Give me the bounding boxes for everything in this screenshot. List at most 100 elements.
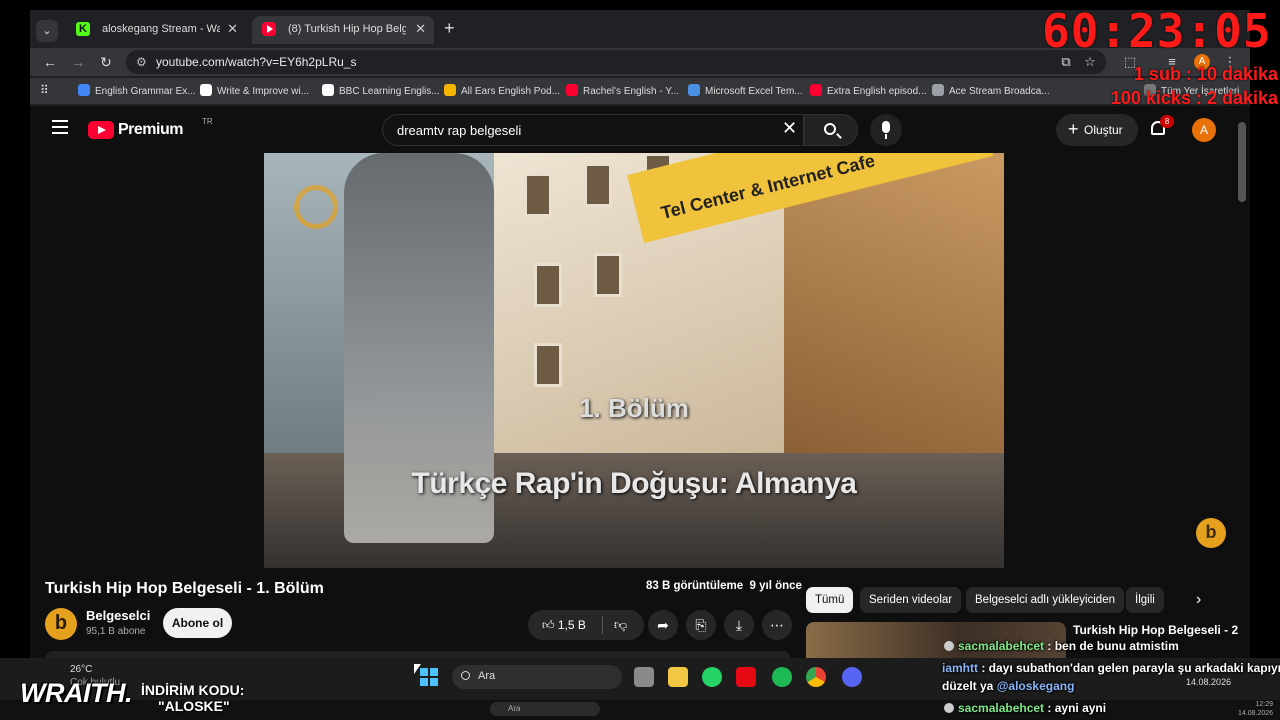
notifications-button[interactable]: 8 <box>1148 115 1174 140</box>
more-actions-icon[interactable]: ⋯ <box>762 610 792 640</box>
screen: ⌄ K aloskegang Stream - Watch Liv ✕ (8) … <box>0 0 1280 720</box>
whatsapp-icon[interactable] <box>702 667 722 687</box>
bookmark-favicon-icon <box>78 84 90 96</box>
back-icon[interactable]: ← <box>40 52 60 72</box>
search-button[interactable] <box>804 114 858 146</box>
taskbar-date[interactable]: 14.08.2026 <box>1186 677 1231 687</box>
bookmarks-bar: ⠿ English Grammar Ex... Write & Improve … <box>30 78 1250 104</box>
page-scrollbar[interactable] <box>1238 122 1246 202</box>
like-button[interactable]: 👍︎ 1,5 B <box>542 618 586 633</box>
account-avatar[interactable]: A <box>1192 118 1216 142</box>
bookmark-item[interactable]: Write & Improve wi... <box>200 84 309 97</box>
upload-age: 9 yıl önce <box>749 580 802 592</box>
tab-close-icon[interactable]: ✕ <box>415 21 426 37</box>
bookmark-item[interactable]: English Grammar Ex... <box>78 84 196 97</box>
share-icon[interactable]: ➦ <box>648 610 678 640</box>
recommended-video-title[interactable]: Turkish Hip Hop Belgeseli - 2 <box>1073 623 1238 637</box>
bookmark-favicon-icon <box>444 84 456 96</box>
subathon-timer: 60:23:05 <box>1042 4 1272 58</box>
windows-start-icon[interactable] <box>420 668 438 686</box>
view-count: 83 B görüntüleme <box>646 580 744 592</box>
forward-icon[interactable]: → <box>68 52 88 72</box>
video-player[interactable]: Tel Center & Internet Cafe 1. Bölüm Türk… <box>264 153 1004 568</box>
bookmark-item[interactable]: Ace Stream Broadca... <box>932 84 1050 97</box>
chat-badge-icon <box>944 703 954 713</box>
channel-branding-icon[interactable]: b <box>1196 518 1226 548</box>
bookmark-item[interactable]: BBC Learning Englis... <box>322 84 440 97</box>
chip-related[interactable]: İlgili <box>1126 587 1164 613</box>
bookmark-item[interactable]: All Ears English Pod... <box>444 84 560 97</box>
subathon-rule-kicks: 100 kicks : 2 dakika <box>1110 88 1278 108</box>
tab-search-dropdown-icon[interactable]: ⌄ <box>36 20 58 42</box>
plus-icon: + <box>1068 119 1079 139</box>
bookmark-favicon-icon <box>932 84 944 96</box>
reload-icon[interactable]: ↻ <box>96 52 116 72</box>
download-icon[interactable]: ⤓ <box>724 610 754 640</box>
chip-uploader[interactable]: Belgeselci adlı yükleyiciden <box>966 587 1124 613</box>
bookmark-item[interactable]: Extra English episod... <box>810 84 927 97</box>
tab-label: aloskegang Stream - Watch Liv <box>102 23 220 35</box>
hamburger-menu-icon[interactable] <box>52 120 68 138</box>
taskbar-search[interactable]: Ara <box>452 665 622 689</box>
video-subtitle-episode: 1. Bölüm <box>579 393 689 423</box>
tab-close-icon[interactable]: ✕ <box>227 21 238 37</box>
spotify-icon[interactable] <box>772 667 792 687</box>
youtube-page: Premium TR dreamtv rap belgeseli ✕ + Oluş… <box>30 106 1250 666</box>
address-bar[interactable]: ⚙ youtube.com/watch?v=EY6h2pLRu_s <box>126 50 1106 74</box>
new-tab-icon[interactable]: + <box>444 18 455 39</box>
netflix-icon[interactable] <box>736 667 756 687</box>
channel-watermark-icon <box>294 185 338 229</box>
kick-icon: K <box>76 22 90 36</box>
channel-avatar[interactable]: b <box>45 608 77 640</box>
search-icon <box>461 671 470 680</box>
promo-label: İNDİRİM KODU: <box>141 682 245 698</box>
apps-grid-icon[interactable]: ⠿ <box>40 83 49 97</box>
promo-code: "ALOSKE" <box>158 698 230 714</box>
file-explorer-icon[interactable] <box>668 667 688 687</box>
site-info-icon[interactable]: ⚙ <box>136 55 147 69</box>
chat-message: sacmalabehcet : ben de bunu atmistim <box>944 636 1179 656</box>
channel-name[interactable]: Belgeselci <box>86 608 150 623</box>
search-icon <box>824 123 836 135</box>
tab-label: (8) Turkish Hip Hop Belgeseli - <box>288 23 406 35</box>
save-bookmark-icon[interactable]: ⎘ <box>686 610 716 640</box>
bookmark-favicon-icon <box>566 84 578 96</box>
secondary-clock: 12:29 14.08.2026 <box>1238 701 1274 717</box>
chrome-icon[interactable] <box>806 667 826 687</box>
clear-search-icon[interactable]: ✕ <box>782 118 797 138</box>
thumbs-up-icon: 👍︎ <box>542 618 555 632</box>
chat-message-continued: düzelt ya @aloskegang <box>942 679 1075 693</box>
discord-icon[interactable] <box>842 667 862 687</box>
bookmark-favicon-icon <box>200 84 212 96</box>
chat-badge-icon <box>944 641 954 651</box>
secondary-search[interactable]: Ara <box>490 702 600 716</box>
chat-message: sacmalabehcet : ayni ayni <box>944 698 1106 718</box>
create-button[interactable]: + Oluştur <box>1056 114 1138 146</box>
thumbs-down-icon[interactable]: 👎︎ <box>614 617 627 633</box>
mouse-cursor-icon <box>414 664 421 674</box>
bookmark-favicon-icon <box>810 84 822 96</box>
like-dislike-group: 👍︎ 1,5 B 👎︎ <box>528 610 644 640</box>
bookmark-item[interactable]: Rachel's English - Y... <box>566 84 679 97</box>
sponsor-logo: WRAITH. <box>20 678 132 708</box>
chip-series[interactable]: Seriden videolar <box>860 587 962 613</box>
search-input[interactable]: dreamtv rap belgeseli <box>382 114 804 146</box>
voice-search-icon[interactable] <box>870 114 902 146</box>
youtube-logo-icon <box>88 121 114 139</box>
video-title: Turkish Hip Hop Belgeseli - 1. Bölüm <box>45 580 324 597</box>
video-meta: 83 B görüntüleme 9 yıl önce <box>646 580 802 592</box>
bookmark-item[interactable]: Microsoft Excel Tem... <box>688 84 803 97</box>
divider <box>602 616 603 634</box>
video-subtitle-title: Türkçe Rap'in Doğuşu: Almanya <box>411 467 857 500</box>
channel-subscribers: 95,1 B abone <box>86 626 146 637</box>
subscribe-button[interactable]: Abone ol <box>163 608 232 638</box>
tab-youtube-video[interactable]: (8) Turkish Hip Hop Belgeseli - ✕ <box>252 16 434 44</box>
notification-badge: 8 <box>1160 115 1174 128</box>
bookmark-favicon-icon <box>322 84 334 96</box>
chevron-right-icon[interactable]: › <box>1196 591 1201 609</box>
tab-kick-stream[interactable]: K aloskegang Stream - Watch Liv ✕ <box>66 16 246 44</box>
task-view-icon[interactable] <box>634 667 654 687</box>
chip-all[interactable]: Tümü <box>806 587 854 613</box>
weather-temp[interactable]: 26°C <box>70 664 92 675</box>
subathon-rule-subs: 1 sub : 10 dakika <box>1133 64 1278 84</box>
